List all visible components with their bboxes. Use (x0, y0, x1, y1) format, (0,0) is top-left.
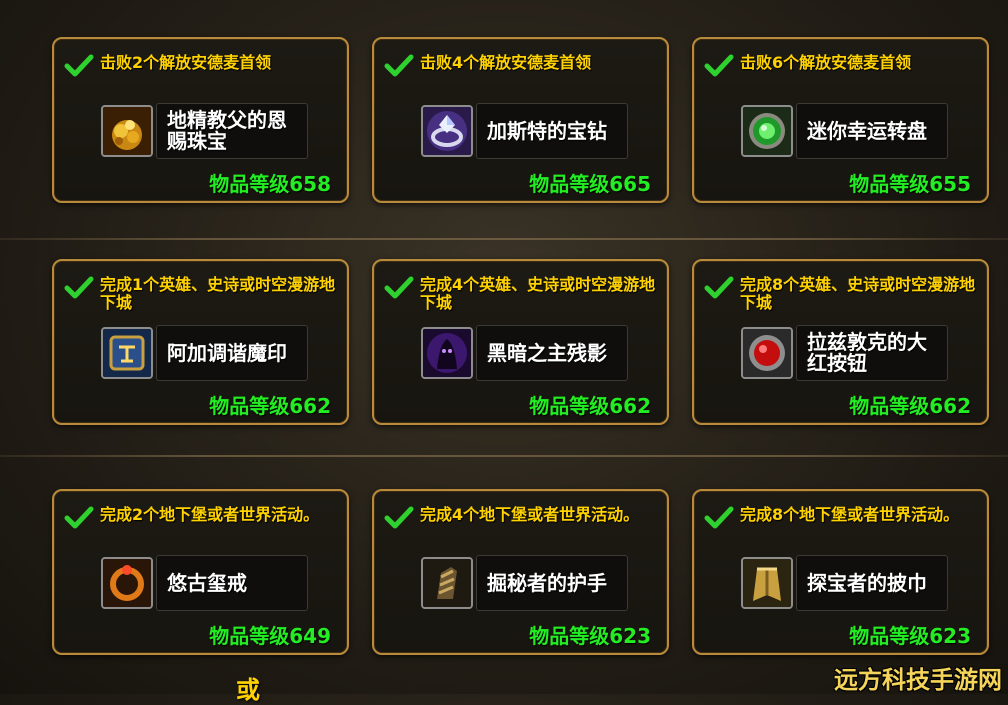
row-divider-1 (0, 238, 1008, 240)
item-name: 加斯特的宝钻 (487, 118, 607, 143)
item-name: 掘秘者的护手 (487, 570, 607, 595)
item-name-box[interactable]: 掘秘者的护手 (476, 555, 628, 611)
item-level: 物品等级655 (849, 172, 971, 196)
checkmark-icon (64, 506, 94, 529)
item-name: 拉兹敦克的大红按钮 (807, 330, 927, 375)
watermark-text: 远方科技手游网 (834, 666, 1002, 694)
checkmark-icon (64, 276, 94, 299)
item-level: 物品等级623 (849, 624, 971, 648)
reward-card[interactable]: 击败4个解放安德麦首领 加斯特的宝钻 物品等级665 (372, 37, 669, 203)
shadow-lord-icon[interactable] (421, 327, 473, 379)
requirement-text: 击败6个解放安德麦首领 (740, 53, 912, 72)
reward-card[interactable]: 完成2个地下堡或者世界活动。 悠古玺戒 物品等级649 (52, 489, 349, 655)
item-name: 阿加调谐魔印 (167, 340, 287, 365)
requirement-text: 完成4个地下堡或者世界活动。 (420, 505, 640, 524)
item-name-box[interactable]: 阿加调谐魔印 (156, 325, 308, 381)
item-level: 物品等级665 (529, 172, 651, 196)
or-label: 或 (236, 676, 260, 704)
item-name-box[interactable]: 探宝者的披巾 (796, 555, 948, 611)
item-name-box[interactable]: 黑暗之主残影 (476, 325, 628, 381)
checkmark-icon (64, 54, 94, 77)
reward-card[interactable]: 击败2个解放安德麦首领 地精教父的恩赐珠宝 物品等级658 (52, 37, 349, 203)
item-level: 物品等级662 (529, 394, 651, 418)
requirement-text: 击败4个解放安德麦首领 (420, 53, 592, 72)
row-divider-2 (0, 455, 1008, 457)
item-name-box[interactable]: 加斯特的宝钻 (476, 103, 628, 159)
requirement-text: 完成8个地下堡或者世界活动。 (740, 505, 960, 524)
reward-card[interactable]: 击败6个解放安德麦首领 迷你幸运转盘 物品等级655 (692, 37, 989, 203)
reward-card[interactable]: 完成1个英雄、史诗或时空漫游地下城 阿加调谐魔印 物品等级662 (52, 259, 349, 425)
item-name: 探宝者的披巾 (807, 570, 927, 595)
ring-icon[interactable] (101, 557, 153, 609)
reward-card[interactable]: 完成8个英雄、史诗或时空漫游地下城 拉兹敦克的大红按钮 物品等级662 (692, 259, 989, 425)
checkmark-icon (704, 54, 734, 77)
item-name: 悠古玺戒 (167, 570, 247, 595)
gold-treasure-icon[interactable] (101, 105, 153, 157)
item-level: 物品等级623 (529, 624, 651, 648)
item-level: 物品等级658 (209, 172, 331, 196)
requirement-text: 完成1个英雄、史诗或时空漫游地下城 (100, 275, 336, 312)
gauntlet-icon[interactable] (421, 557, 473, 609)
reward-card[interactable]: 完成8个地下堡或者世界活动。 探宝者的披巾 物品等级623 (692, 489, 989, 655)
requirement-text: 完成4个英雄、史诗或时空漫游地下城 (420, 275, 656, 312)
requirement-text: 完成2个地下堡或者世界活动。 (100, 505, 320, 524)
item-name: 迷你幸运转盘 (807, 118, 927, 143)
item-level: 物品等级662 (849, 394, 971, 418)
reward-card[interactable]: 完成4个地下堡或者世界活动。 掘秘者的护手 物品等级623 (372, 489, 669, 655)
lucky-wheel-icon[interactable] (741, 105, 793, 157)
item-name: 地精教父的恩赐珠宝 (167, 108, 287, 153)
checkmark-icon (704, 506, 734, 529)
item-level: 物品等级662 (209, 394, 331, 418)
item-name: 黑暗之主残影 (487, 340, 607, 365)
red-button-icon[interactable] (741, 327, 793, 379)
checkmark-icon (384, 506, 414, 529)
requirement-text: 击败2个解放安德麦首领 (100, 53, 272, 72)
item-level: 物品等级649 (209, 624, 331, 648)
reward-card[interactable]: 完成4个英雄、史诗或时空漫游地下城 黑暗之主残影 物品等级662 (372, 259, 669, 425)
checkmark-icon (384, 276, 414, 299)
cloak-icon[interactable] (741, 557, 793, 609)
rune-sigil-icon[interactable] (101, 327, 153, 379)
item-name-box[interactable]: 悠古玺戒 (156, 555, 308, 611)
diamond-ring-icon[interactable] (421, 105, 473, 157)
requirement-text: 完成8个英雄、史诗或时空漫游地下城 (740, 275, 976, 312)
checkmark-icon (384, 54, 414, 77)
item-name-box[interactable]: 拉兹敦克的大红按钮 (796, 325, 948, 381)
item-name-box[interactable]: 迷你幸运转盘 (796, 103, 948, 159)
item-name-box[interactable]: 地精教父的恩赐珠宝 (156, 103, 308, 159)
checkmark-icon (704, 276, 734, 299)
